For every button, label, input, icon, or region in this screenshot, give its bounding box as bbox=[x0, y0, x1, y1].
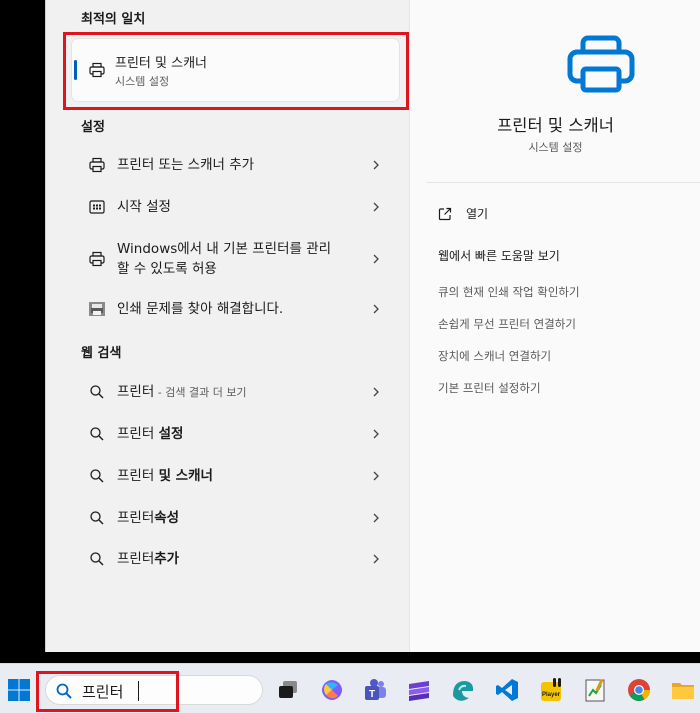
settings-item-print-troubleshooter[interactable]: 인쇄 문제를 찾아 해결합니다. bbox=[72, 298, 399, 320]
chevron-right-icon bbox=[373, 513, 379, 523]
best-match-heading: 최적의 일치 bbox=[81, 12, 146, 27]
search-icon bbox=[90, 385, 104, 399]
chevron-right-icon bbox=[373, 429, 379, 439]
highlight-search-box bbox=[36, 671, 179, 712]
web-search-heading: 웹 검색 bbox=[81, 346, 122, 361]
open-label: 열기 bbox=[466, 207, 489, 221]
chevron-right-icon bbox=[373, 471, 379, 481]
help-link[interactable]: 큐의 현재 인쇄 작업 확인하기 bbox=[438, 284, 580, 300]
preview-title: 프린터 및 스캐너 bbox=[497, 116, 614, 135]
settings-item-label: 인쇄 문제를 찾아 해결합니다. bbox=[117, 301, 284, 317]
label-line-2: 할 수 있도록 허용 bbox=[117, 261, 217, 277]
windows-start-icon[interactable] bbox=[8, 679, 30, 701]
query-text: 프린터 bbox=[117, 383, 155, 400]
settings-item-label: 시작 설정 bbox=[117, 199, 171, 215]
query-suggestion: 속성 bbox=[154, 510, 180, 526]
printer-icon bbox=[89, 251, 105, 267]
task-view-icon[interactable] bbox=[275, 677, 301, 703]
web-search-item[interactable]: 프린터 - 검색 결과 더 보기 bbox=[72, 381, 399, 403]
open-action[interactable]: 열기 bbox=[438, 205, 488, 222]
settings-item-start-settings[interactable]: 시작 설정 bbox=[72, 196, 399, 218]
vscode-icon[interactable] bbox=[494, 677, 520, 703]
settings-item-add-printer[interactable]: 프린터 또는 스캐너 추가 bbox=[72, 154, 399, 176]
search-icon bbox=[90, 511, 104, 525]
notepad-chart-icon[interactable] bbox=[582, 677, 608, 703]
web-search-label: 프린터 설정 bbox=[117, 424, 371, 444]
settings-item-label: 프린터 또는 스캐너 추가 bbox=[117, 157, 255, 173]
label-line-1: Windows에서 내 기본 프린터를 관리 bbox=[117, 241, 332, 257]
chevron-right-icon bbox=[373, 304, 379, 314]
open-external-icon bbox=[438, 207, 452, 220]
troubleshoot-printer-icon bbox=[89, 302, 105, 316]
query-text: 프린터 bbox=[117, 468, 159, 484]
settings-item-manage-default-printer[interactable]: Windows에서 내 기본 프린터를 관리 할 수 있도록 허용 bbox=[72, 238, 399, 280]
potplayer-icon[interactable]: Player bbox=[538, 677, 564, 703]
stack-app-icon[interactable] bbox=[406, 677, 432, 703]
chrome-icon[interactable] bbox=[626, 677, 652, 703]
web-help-heading: 웹에서 빠른 도움말 보기 bbox=[438, 249, 560, 263]
help-link[interactable]: 손쉽게 무선 프린터 연결하기 bbox=[438, 316, 576, 332]
help-link[interactable]: 기본 프린터 설정하기 bbox=[438, 380, 541, 396]
chevron-right-icon bbox=[373, 254, 379, 264]
svg-text:Player: Player bbox=[542, 692, 561, 698]
query-suggestion: 추가 bbox=[154, 551, 180, 567]
svg-text:T: T bbox=[369, 689, 375, 700]
preview-divider bbox=[426, 182, 700, 183]
preview-pane: 프린터 및 스캐너 시스템 설정 열기 웹에서 빠른 도움말 보기 큐의 현재 … bbox=[409, 0, 700, 652]
chevron-right-icon bbox=[373, 387, 379, 397]
web-search-item[interactable]: 프린터추가 bbox=[72, 548, 399, 570]
web-search-item[interactable]: 프린터속성 bbox=[72, 507, 399, 529]
chevron-right-icon bbox=[373, 160, 379, 170]
query-text: 프린터 bbox=[117, 551, 155, 567]
teams-icon[interactable]: T bbox=[362, 677, 388, 703]
query-suggestion: 설정 bbox=[158, 426, 184, 442]
search-icon bbox=[90, 552, 104, 566]
settings-item-label: Windows에서 내 기본 프린터를 관리 할 수 있도록 허용 bbox=[117, 239, 371, 279]
query-text: 프린터 bbox=[117, 510, 155, 526]
chevron-right-icon bbox=[373, 202, 379, 212]
highlight-best-match bbox=[63, 32, 409, 110]
web-search-label: 프린터속성 bbox=[117, 508, 371, 528]
start-settings-icon bbox=[89, 200, 105, 214]
web-search-label: 프린터추가 bbox=[117, 549, 371, 569]
settings-heading: 설정 bbox=[81, 120, 105, 135]
printer-large-icon bbox=[567, 35, 635, 93]
web-search-item[interactable]: 프린터 설정 bbox=[72, 423, 399, 445]
web-search-label: 프린터 - 검색 결과 더 보기 bbox=[117, 382, 371, 403]
search-icon bbox=[90, 427, 104, 441]
search-icon bbox=[90, 469, 104, 483]
edge-dev-icon[interactable] bbox=[450, 677, 476, 703]
query-text: 프린터 bbox=[117, 426, 159, 442]
preview-subtitle: 시스템 설정 bbox=[528, 141, 583, 154]
query-hint: - 검색 결과 더 보기 bbox=[154, 385, 247, 399]
copilot-icon[interactable] bbox=[319, 677, 345, 703]
chevron-right-icon bbox=[373, 554, 379, 564]
web-search-label: 프린터 및 스캐너 bbox=[117, 466, 371, 486]
query-suggestion: 및 스캐너 bbox=[158, 468, 213, 484]
file-explorer-icon[interactable] bbox=[670, 677, 696, 703]
help-link[interactable]: 장치에 스캐너 연결하기 bbox=[438, 348, 551, 364]
web-search-item[interactable]: 프린터 및 스캐너 bbox=[72, 465, 399, 487]
printer-icon bbox=[89, 157, 105, 173]
